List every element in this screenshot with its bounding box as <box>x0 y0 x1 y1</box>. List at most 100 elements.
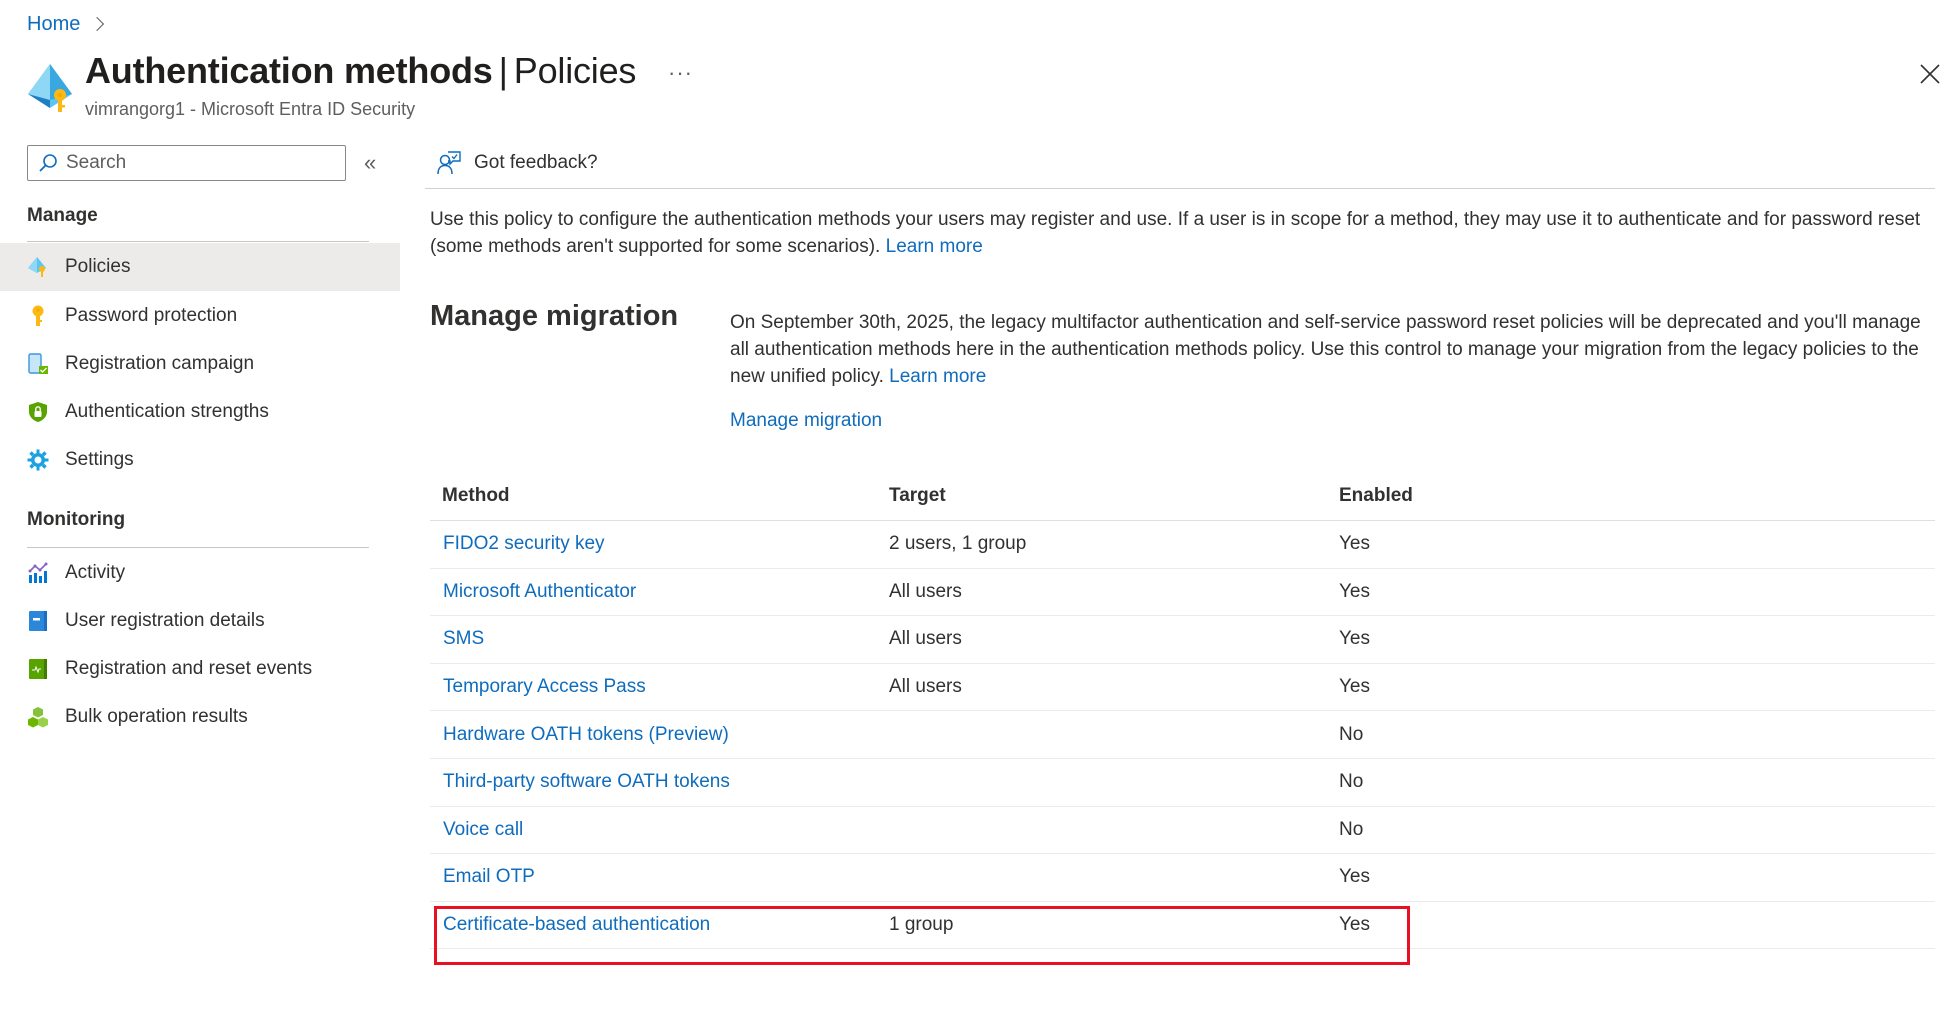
more-options-button[interactable]: ··· <box>668 60 693 86</box>
enabled-cell: Yes <box>1339 914 1370 936</box>
manage-migration-heading: Manage migration <box>430 300 679 332</box>
sidebar-item-policies[interactable]: Policies <box>0 243 400 291</box>
method-link[interactable]: Temporary Access Pass <box>443 676 646 697</box>
table-row: Email OTP Yes <box>430 854 1935 902</box>
policies-icon <box>27 256 49 278</box>
method-link[interactable]: Voice call <box>443 819 523 840</box>
migration-description: On September 30th, 2025, the legacy mult… <box>730 309 1935 390</box>
sidebar-item-label: Policies <box>65 256 131 277</box>
sidebar-item-activity[interactable]: Activity <box>0 549 400 597</box>
breadcrumb: Home <box>27 10 105 38</box>
column-header-target: Target <box>889 485 946 506</box>
section-header-manage: Manage <box>27 205 98 226</box>
feedback-icon <box>437 151 461 175</box>
method-cell: FIDO2 security key <box>430 533 889 555</box>
method-cell: Temporary Access Pass <box>430 676 889 698</box>
sidebar-item-settings[interactable]: Settings <box>0 436 400 484</box>
method-cell: SMS <box>430 628 889 650</box>
method-cell: Voice call <box>430 819 889 841</box>
page-subtitle: vimrangorg1 - Microsoft Entra ID Securit… <box>85 99 416 119</box>
table-row: Certificate-based authentication 1 group Y… <box>430 902 1935 950</box>
sidebar-item-label: Settings <box>65 449 134 470</box>
section-header-monitoring: Monitoring <box>27 509 126 530</box>
method-link[interactable]: Third-party software OATH tokens <box>443 771 730 792</box>
enabled-cell: No <box>1339 818 1364 840</box>
method-link[interactable]: SMS <box>443 628 484 649</box>
activity-chart-icon <box>27 562 49 584</box>
section-divider <box>27 547 369 548</box>
collapse-sidebar-button[interactable]: « <box>364 150 376 176</box>
table-row: Microsoft Authenticator All users Yes <box>430 569 1935 617</box>
policy-description-text: Use this policy to configure the authent… <box>430 209 1921 257</box>
bulk-cubes-icon <box>27 706 49 728</box>
page-title: Authentication methods | Policies <box>85 50 636 92</box>
section-divider <box>27 241 369 242</box>
gear-icon <box>27 449 49 471</box>
page-title-section: Policies <box>513 50 637 91</box>
learn-more-link[interactable]: Learn more <box>886 236 983 257</box>
target-cell: All users <box>889 628 962 650</box>
method-link[interactable]: Hardware OATH tokens (Preview) <box>443 724 729 745</box>
method-link[interactable]: Certificate-based authentication <box>443 914 710 935</box>
sidebar-item-registration-and-reset-events[interactable]: Registration and reset events <box>0 645 400 693</box>
method-cell: Hardware OATH tokens (Preview) <box>430 724 889 746</box>
table-row: Third-party software OATH tokens No <box>430 759 1935 807</box>
registration-campaign-icon <box>27 353 49 375</box>
sidebar-item-label: Bulk operation results <box>65 706 248 727</box>
events-book-icon <box>27 658 49 680</box>
table-row: Voice call No <box>430 807 1935 855</box>
enabled-cell: Yes <box>1339 866 1370 888</box>
key-icon <box>27 305 49 327</box>
sidebar-item-label: Password protection <box>65 305 238 326</box>
method-link[interactable]: Microsoft Authenticator <box>443 581 636 602</box>
target-cell: 1 group <box>889 914 954 936</box>
method-cell: Microsoft Authenticator <box>430 581 889 603</box>
table-row: FIDO2 security key 2 users, 1 group Yes <box>430 521 1935 569</box>
toolbar-divider <box>425 188 1935 189</box>
breadcrumb-home-link[interactable]: Home <box>27 13 80 36</box>
manage-migration-link[interactable]: Manage migration <box>730 410 882 432</box>
table-row: Temporary Access Pass All users Yes <box>430 664 1935 712</box>
chevron-right-icon <box>90 16 105 32</box>
sidebar-item-registration-campaign[interactable]: Registration campaign <box>0 340 400 388</box>
method-cell: Email OTP <box>430 866 889 888</box>
feedback-label: Got feedback? <box>474 152 598 173</box>
column-header-enabled: Enabled <box>1339 485 1413 506</box>
shield-lock-icon <box>27 401 49 423</box>
enabled-cell: Yes <box>1339 628 1370 650</box>
title-divider: | <box>498 50 508 91</box>
table-header: Method Target Enabled <box>430 472 1935 521</box>
authentication-methods-icon <box>28 64 72 112</box>
sidebar-item-bulk-operation-results[interactable]: Bulk operation results <box>0 693 400 741</box>
method-link[interactable]: Email OTP <box>443 866 535 887</box>
sidebar-item-user-registration-details[interactable]: User registration details <box>0 597 400 645</box>
enabled-cell: No <box>1339 723 1364 745</box>
method-cell: Certificate-based authentication <box>430 914 889 936</box>
policy-description: Use this policy to configure the authent… <box>430 206 1930 260</box>
sidebar-item-label: Activity <box>65 562 126 583</box>
sidebar-item-label: Authentication strengths <box>65 401 269 422</box>
methods-table: Method Target Enabled FIDO2 security key… <box>430 472 1935 950</box>
sidebar-search[interactable] <box>27 145 346 181</box>
target-cell: All users <box>889 580 962 602</box>
search-icon <box>39 154 57 172</box>
migration-learn-more-link[interactable]: Learn more <box>889 366 986 387</box>
enabled-cell: No <box>1339 771 1364 793</box>
sidebar-item-label: Registration and reset events <box>65 658 313 679</box>
page-title-main: Authentication methods <box>85 50 493 91</box>
close-icon[interactable] <box>1918 62 1942 86</box>
sidebar-item-label: Registration campaign <box>65 353 255 374</box>
enabled-cell: Yes <box>1339 676 1370 698</box>
sidebar-item-authentication-strengths[interactable]: Authentication strengths <box>0 388 400 436</box>
method-link[interactable]: FIDO2 security key <box>443 533 605 554</box>
table-row: Hardware OATH tokens (Preview) No <box>430 711 1935 759</box>
target-cell: 2 users, 1 group <box>889 533 1027 555</box>
search-input[interactable] <box>66 152 326 174</box>
feedback-button[interactable]: Got feedback? <box>436 148 598 178</box>
enabled-cell: Yes <box>1339 533 1370 555</box>
table-row: SMS All users Yes <box>430 616 1935 664</box>
method-cell: Third-party software OATH tokens <box>430 771 889 793</box>
sidebar-item-label: User registration details <box>65 610 265 631</box>
target-cell: All users <box>889 676 962 698</box>
sidebar-item-password-protection[interactable]: Password protection <box>0 292 400 340</box>
